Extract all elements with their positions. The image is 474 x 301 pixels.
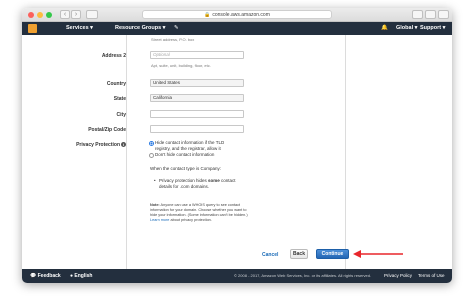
copyright-text: © 2008 - 2017, Amazon Web Services, Inc.… bbox=[234, 273, 372, 278]
aws-logo-icon[interactable] bbox=[28, 24, 37, 33]
services-menu[interactable]: Services ▾ bbox=[66, 25, 93, 32]
new-tab-icon[interactable] bbox=[438, 10, 449, 19]
language-selector[interactable]: ● English bbox=[70, 273, 92, 279]
address2-input[interactable]: Optional bbox=[150, 51, 244, 59]
lock-icon: 🔒 bbox=[204, 12, 211, 18]
country-label: Country bbox=[106, 81, 126, 87]
privacy-bullet-line2: details for .com domains. bbox=[159, 184, 210, 189]
country-value: United States bbox=[153, 80, 181, 85]
terms-of-use-link[interactable]: Terms of Use bbox=[418, 273, 445, 278]
aws-footer: 💬 Feedback ● English © 2008 - 2017, Amaz… bbox=[22, 269, 452, 283]
bell-icon[interactable]: 🔔 bbox=[381, 25, 388, 32]
learn-more-link[interactable]: Learn more bbox=[150, 218, 169, 222]
address1-hint: Street address, P.O. box bbox=[151, 37, 195, 42]
address-bar[interactable]: 🔒 console.aws.amazon.com bbox=[142, 10, 332, 19]
back-button[interactable]: Back bbox=[290, 249, 308, 259]
dont-hide-contact-radio[interactable] bbox=[149, 153, 154, 158]
privacy-bullet-pre: Privacy protection hides bbox=[159, 178, 209, 183]
browser-window: ‹ › 🔒 console.aws.amazon.com Services ▾ R… bbox=[22, 8, 452, 283]
privacy-policy-link[interactable]: Privacy Policy bbox=[384, 273, 412, 278]
main-content: Street address, P.O. box Address 2 Optio… bbox=[22, 35, 452, 283]
privacy-protection-label: Privacy Protection i bbox=[36, 142, 126, 148]
state-select[interactable]: California⇕ bbox=[150, 94, 244, 102]
note-bold-label: Note: bbox=[150, 203, 160, 207]
close-window-button[interactable] bbox=[28, 12, 34, 18]
support-menu[interactable]: Support ▾ bbox=[420, 25, 445, 32]
state-value: California bbox=[153, 95, 173, 100]
feedback-text: Feedback bbox=[37, 273, 61, 279]
resource-groups-menu[interactable]: Resource Groups ▾ bbox=[115, 25, 165, 32]
cancel-button[interactable]: Cancel bbox=[262, 252, 278, 258]
pin-icon[interactable]: ✎ bbox=[174, 25, 179, 32]
note-text-2: about privacy protection. bbox=[169, 218, 212, 222]
hide-contact-radio[interactable] bbox=[149, 141, 154, 146]
region-menu[interactable]: Global ▾ bbox=[396, 25, 417, 32]
feedback-icon: 💬 bbox=[30, 273, 38, 279]
country-select[interactable]: United States⇕ bbox=[150, 79, 244, 87]
zip-input[interactable] bbox=[150, 125, 244, 133]
url-text: console.aws.amazon.com bbox=[212, 12, 270, 18]
zoom-window-button[interactable] bbox=[46, 12, 52, 18]
address2-label: Address 2 bbox=[101, 53, 126, 59]
zip-label: Postal/Zip Code bbox=[88, 127, 126, 133]
state-label: State bbox=[113, 96, 126, 102]
browser-titlebar: ‹ › 🔒 console.aws.amazon.com bbox=[22, 8, 452, 22]
annotation-arrow-icon bbox=[353, 250, 403, 258]
continue-button[interactable]: Continue bbox=[316, 249, 349, 259]
aws-top-nav: Services ▾ Resource Groups ▾ ✎ 🔔 Global … bbox=[22, 22, 452, 35]
privacy-bullet-post: contact bbox=[219, 178, 236, 183]
whois-note: Note: Anyone can use a WHOIS query to se… bbox=[150, 203, 250, 223]
city-label: City bbox=[116, 112, 126, 118]
info-icon[interactable]: i bbox=[121, 142, 126, 147]
bullet-dot: • bbox=[154, 178, 156, 183]
dont-hide-contact-label: Don't hide contact information bbox=[155, 152, 215, 157]
back-nav-icon[interactable]: ‹ bbox=[60, 10, 70, 19]
tabs-overview-icon[interactable] bbox=[425, 10, 436, 19]
minimize-window-button[interactable] bbox=[37, 12, 43, 18]
privacy-protection-text: Privacy Protection bbox=[76, 142, 120, 148]
address2-hint: Apt, suite, unit, building, floor, etc. bbox=[151, 63, 211, 68]
privacy-bullet-bold: some bbox=[208, 178, 220, 183]
share-icon[interactable] bbox=[412, 10, 423, 19]
sidebar-toggle-icon[interactable] bbox=[86, 10, 98, 19]
company-contact-text: When the contact type is Company: bbox=[150, 166, 222, 171]
language-text: English bbox=[74, 273, 93, 279]
note-text-1: Anyone can use a WHOIS query to see cont… bbox=[150, 203, 248, 217]
forward-nav-icon[interactable]: › bbox=[71, 10, 81, 19]
city-input[interactable] bbox=[150, 110, 244, 118]
feedback-link[interactable]: 💬 Feedback bbox=[30, 273, 61, 279]
